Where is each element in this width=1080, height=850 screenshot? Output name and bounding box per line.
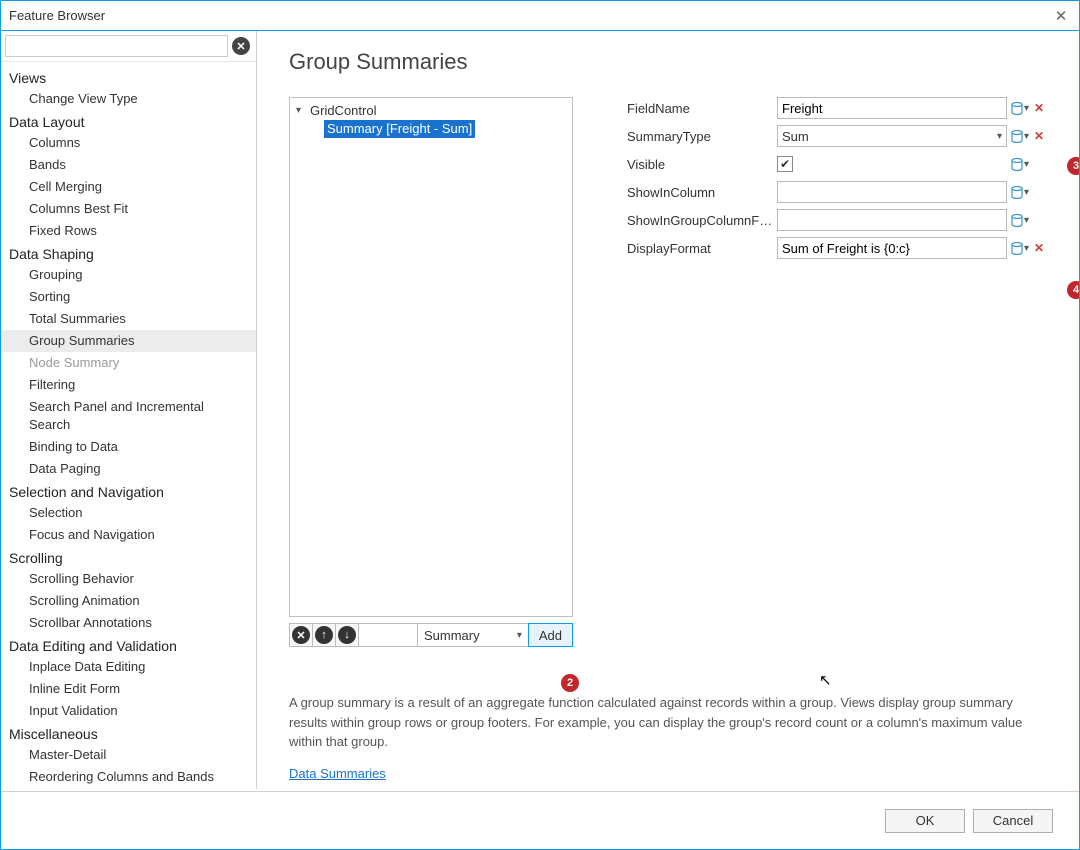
toolbar-spacer: [358, 623, 418, 647]
chevron-down-icon[interactable]: ▾: [1024, 103, 1029, 114]
tree-item[interactable]: Sorting: [1, 286, 256, 308]
tree-item[interactable]: Columns: [1, 132, 256, 154]
chevron-down-icon[interactable]: ▾: [1024, 187, 1029, 198]
remove-item-button[interactable]: ✕: [289, 623, 313, 647]
description-text: A group summary is a result of an aggreg…: [289, 693, 1053, 752]
prop-label-visible: Visible: [627, 157, 777, 172]
clear-icon[interactable]: ✕: [1034, 241, 1044, 255]
clear-search-icon[interactable]: ✕: [232, 37, 250, 55]
tree-category: Miscellaneous: [1, 722, 256, 744]
prop-label-summarytype: SummaryType: [627, 129, 777, 144]
sidebar: ✕ ViewsChange View TypeData LayoutColumn…: [1, 31, 257, 789]
prop-label-showincolumn: ShowInColumn: [627, 185, 777, 200]
tree-category: Scrolling: [1, 546, 256, 568]
move-up-button[interactable]: ↑: [312, 623, 336, 647]
tree-item[interactable]: Binding to Data: [1, 436, 256, 458]
callout-2: 2: [561, 674, 579, 692]
dropdown-value: Summary: [424, 628, 480, 643]
tree-item[interactable]: Grouping: [1, 264, 256, 286]
showingroupcolumnfooter-input[interactable]: [777, 209, 1007, 231]
page-title: Group Summaries: [289, 49, 1053, 75]
ok-button[interactable]: OK: [885, 809, 965, 833]
clear-icon[interactable]: ✕: [1034, 101, 1044, 115]
tree-node-child: Summary [Freight - Sum]: [324, 120, 566, 138]
chevron-down-icon: ▾: [517, 630, 522, 641]
visible-checkbox[interactable]: ✔: [777, 156, 793, 172]
move-down-button[interactable]: ↓: [335, 623, 359, 647]
dialog-footer: OK Cancel: [1, 791, 1079, 849]
window-title: Feature Browser: [9, 8, 1051, 23]
database-icon[interactable]: [1011, 158, 1023, 171]
content-area: Group Summaries ▾ GridControl Summary [F…: [257, 31, 1079, 789]
chevron-down-icon[interactable]: ▾: [1024, 159, 1029, 170]
prop-label-showingroupcolumnfooter: ShowInGroupColumnFo...: [627, 213, 777, 228]
database-icon[interactable]: [1011, 186, 1023, 199]
tree-item[interactable]: Focus and Navigation: [1, 524, 256, 546]
callout-4: 4: [1067, 281, 1079, 299]
database-icon[interactable]: [1011, 102, 1023, 115]
chevron-down-icon[interactable]: ▾: [1024, 243, 1029, 254]
tree-item[interactable]: Bands: [1, 154, 256, 176]
tree-item[interactable]: Scrolling Behavior: [1, 568, 256, 590]
callout-3: 3: [1067, 157, 1079, 175]
new-item-type-select[interactable]: Summary ▾: [417, 623, 529, 647]
database-icon[interactable]: [1011, 242, 1023, 255]
tree-category: Views: [1, 66, 256, 88]
tree-item[interactable]: Total Summaries: [1, 308, 256, 330]
cursor-icon: ↖: [819, 671, 832, 689]
tree-item[interactable]: Search Panel and Incremental Search: [1, 396, 256, 436]
close-icon[interactable]: ✕: [1051, 6, 1071, 26]
arrow-up-icon: ↑: [315, 626, 333, 644]
add-button[interactable]: Add: [528, 623, 573, 647]
tree-item[interactable]: Selection: [1, 502, 256, 524]
clear-icon[interactable]: ✕: [1034, 129, 1044, 143]
tree-category: Data Editing and Validation: [1, 634, 256, 656]
close-circle-icon: ✕: [292, 626, 310, 644]
items-tree[interactable]: ▾ GridControl Summary [Freight - Sum]: [289, 97, 573, 617]
tree-item[interactable]: Scrollbar Annotations: [1, 612, 256, 634]
tree-root-label[interactable]: GridControl: [310, 102, 376, 120]
tree-item[interactable]: Master-Detail: [1, 744, 256, 766]
tree-item[interactable]: Data Paging: [1, 458, 256, 480]
tree-item[interactable]: Change View Type: [1, 88, 256, 110]
showincolumn-input[interactable]: [777, 181, 1007, 203]
tree-item[interactable]: Inline Edit Form: [1, 678, 256, 700]
tree-item[interactable]: Scrolling Animation: [1, 590, 256, 612]
database-icon[interactable]: [1011, 214, 1023, 227]
feature-tree[interactable]: ViewsChange View TypeData LayoutColumnsB…: [1, 62, 256, 789]
prop-label-fieldname: FieldName: [627, 101, 777, 116]
chevron-down-icon[interactable]: ▾: [1024, 215, 1029, 226]
database-icon[interactable]: [1011, 130, 1023, 143]
tree-node-root: ▾ GridControl: [296, 102, 566, 120]
chevron-down-icon[interactable]: ▾: [296, 102, 306, 120]
arrow-down-icon: ↓: [338, 626, 356, 644]
tree-item[interactable]: Reordering Columns and Bands: [1, 766, 256, 788]
tree-item[interactable]: Cell Merging: [1, 176, 256, 198]
cancel-button[interactable]: Cancel: [973, 809, 1053, 833]
tree-category: Data Layout: [1, 110, 256, 132]
tree-item[interactable]: Fixed Rows: [1, 220, 256, 242]
displayformat-input[interactable]: [777, 237, 1007, 259]
tree-item[interactable]: Filtering: [1, 374, 256, 396]
chevron-down-icon: ▾: [997, 131, 1002, 142]
titlebar: Feature Browser ✕: [1, 1, 1079, 31]
tree-item[interactable]: Node Summary: [1, 352, 256, 374]
tree-category: Selection and Navigation: [1, 480, 256, 502]
chevron-down-icon[interactable]: ▾: [1024, 131, 1029, 142]
items-toolbar: ✕ ↑ ↓ Summary ▾ Add: [289, 623, 573, 647]
fieldname-input[interactable]: [777, 97, 1007, 119]
tree-item[interactable]: Columns Best Fit: [1, 198, 256, 220]
data-summaries-link[interactable]: Data Summaries: [289, 766, 386, 781]
tree-child-label[interactable]: Summary [Freight - Sum]: [324, 120, 475, 138]
property-grid: FieldName ▾ ✕ SummaryType Sum ▾: [627, 97, 1053, 647]
tree-item[interactable]: Group Summaries: [1, 330, 256, 352]
tree-item[interactable]: Input Validation: [1, 700, 256, 722]
prop-label-displayformat: DisplayFormat: [627, 241, 777, 256]
tree-category: Data Shaping: [1, 242, 256, 264]
search-input[interactable]: [5, 35, 228, 57]
summarytype-select[interactable]: Sum ▾: [777, 125, 1007, 147]
tree-item[interactable]: Inplace Data Editing: [1, 656, 256, 678]
